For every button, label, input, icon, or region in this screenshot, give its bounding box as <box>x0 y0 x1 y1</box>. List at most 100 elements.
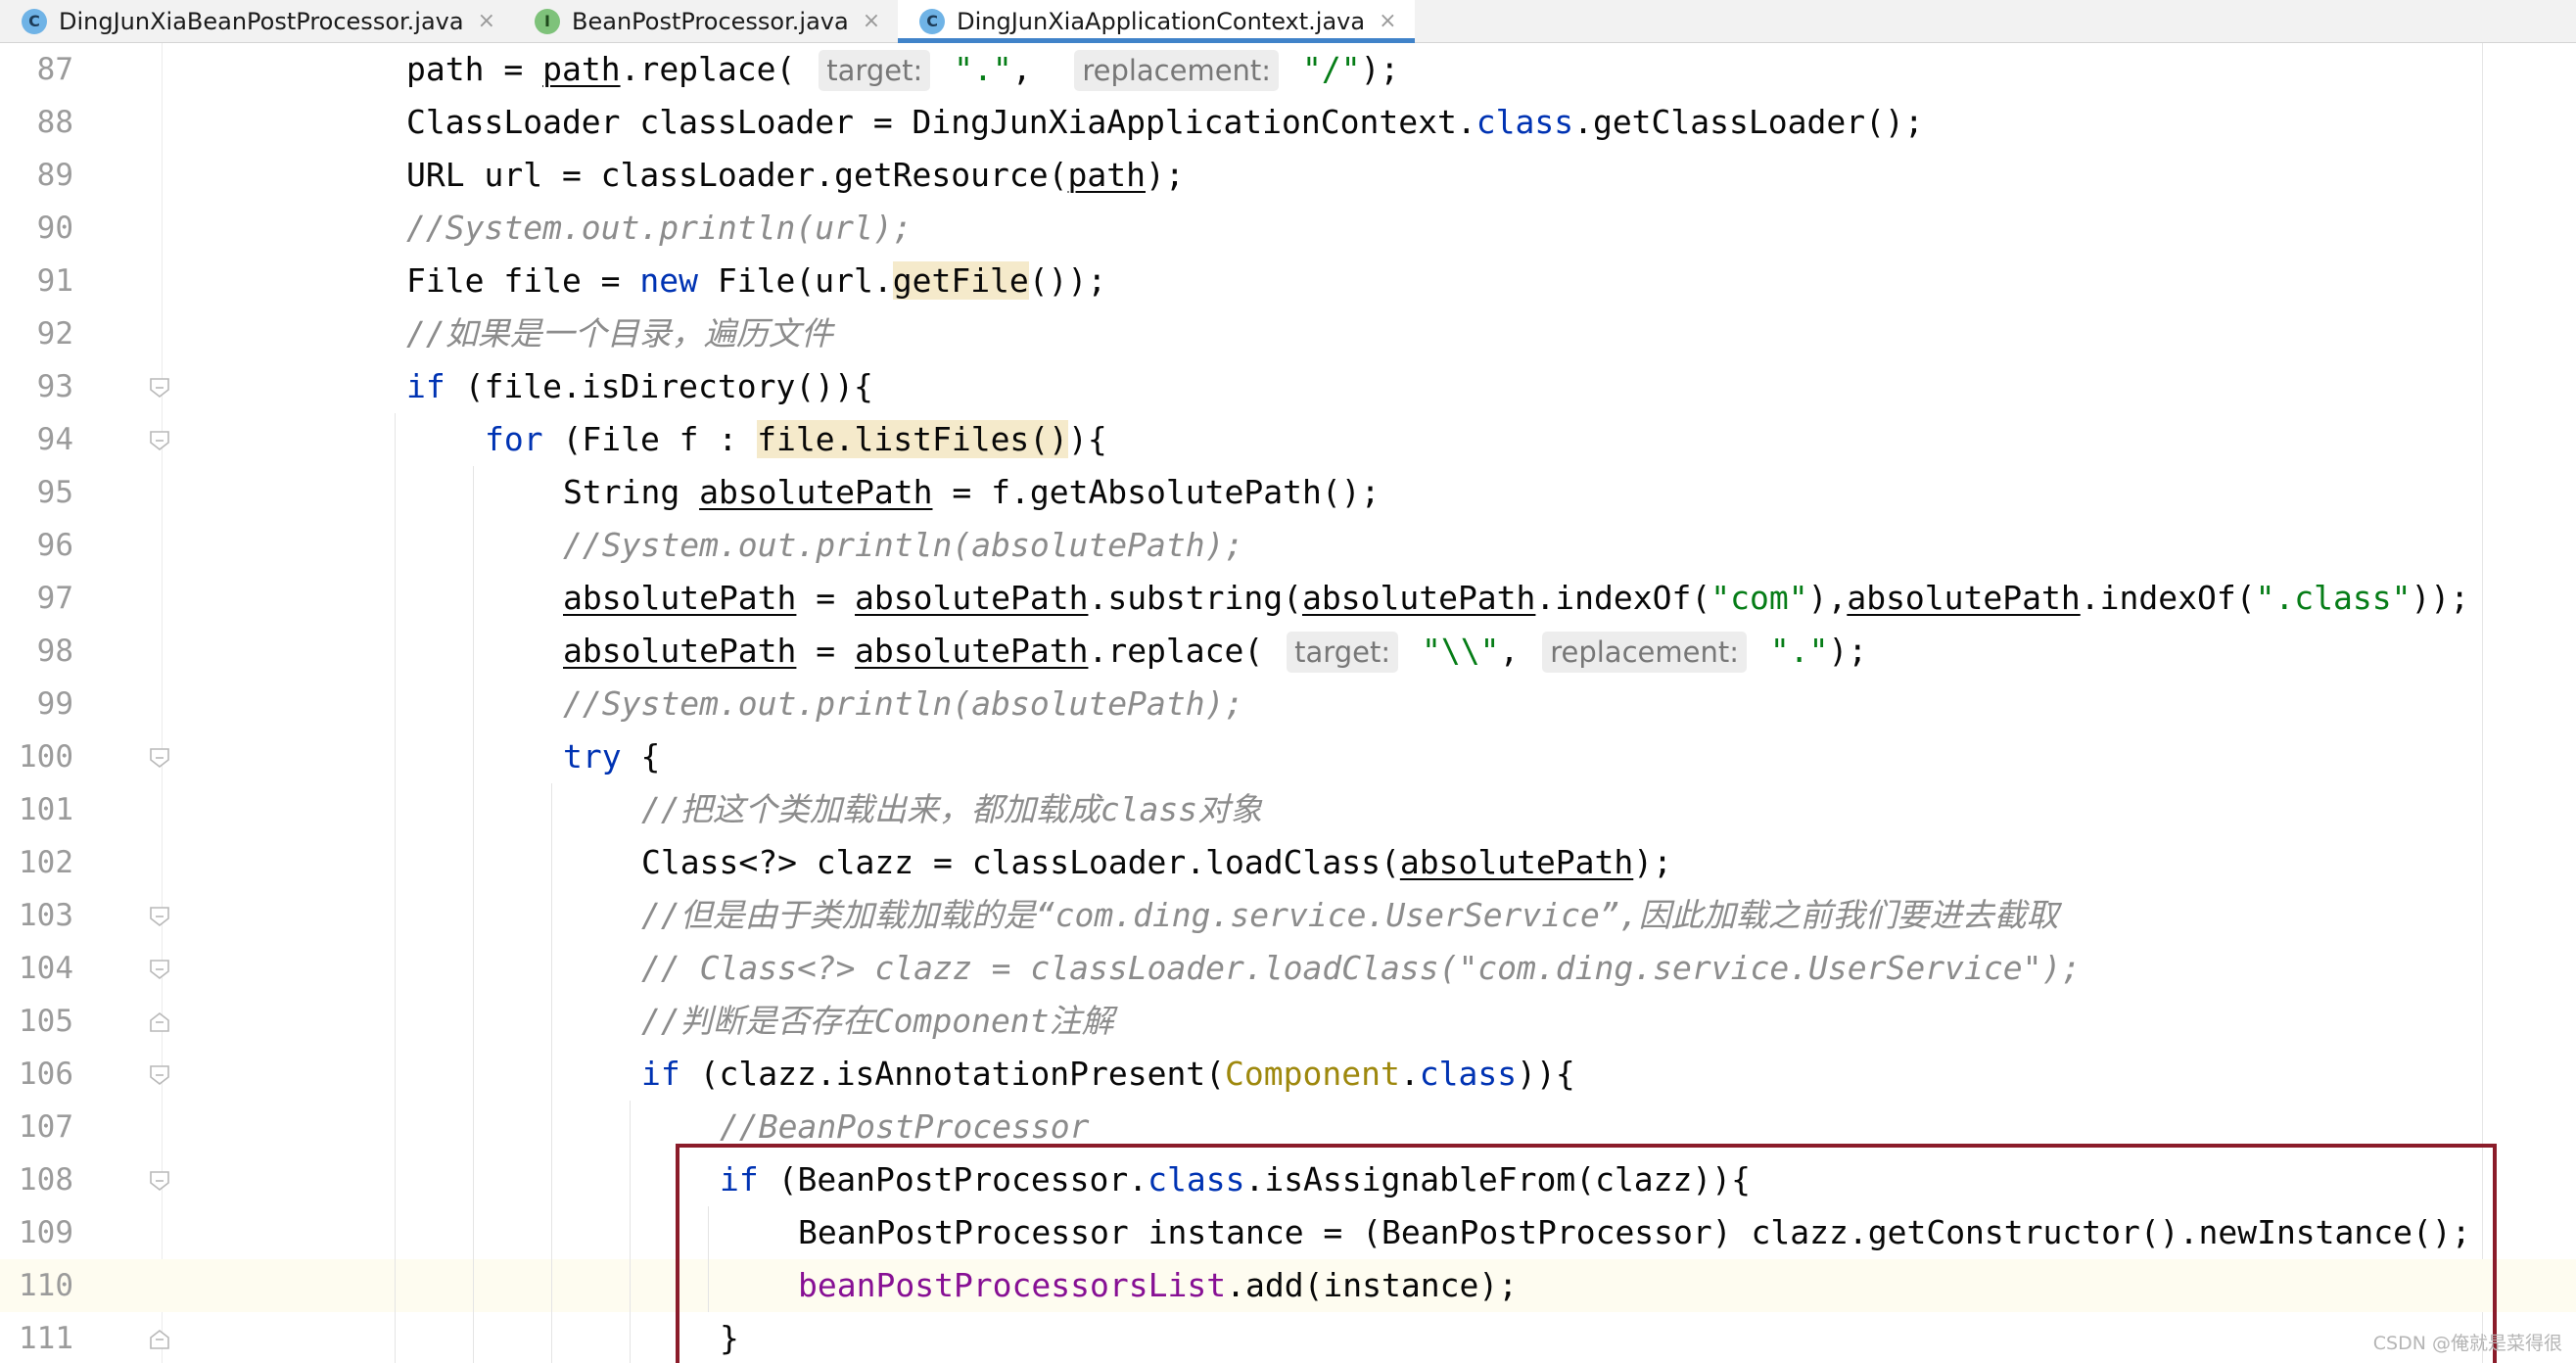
code-text[interactable]: path = path.replace( target: ".", replac… <box>406 43 1399 96</box>
code-editor[interactable]: 87 path = path.replace( target: ".", repl… <box>0 43 2576 1363</box>
code-line[interactable]: 95 String absolutePath = f.getAbsolutePat… <box>0 466 2576 519</box>
code-text[interactable]: URL url = classLoader.getResource(path); <box>406 149 1185 202</box>
code-token: class <box>1147 1160 1245 1198</box>
line-number: 101 <box>19 792 73 827</box>
fold-open-icon[interactable] <box>149 1170 170 1192</box>
code-line[interactable]: 100 try { <box>0 730 2576 783</box>
code-token: ), <box>1807 579 1848 617</box>
code-text[interactable]: } <box>720 1312 739 1363</box>
code-token: = <box>796 632 856 670</box>
line-number: 111 <box>19 1321 73 1356</box>
code-line[interactable]: 97 absolutePath = absolutePath.substring(… <box>0 572 2576 625</box>
code-token: .add(instance); <box>1226 1266 1519 1304</box>
code-token: absolutePath <box>563 579 797 617</box>
code-text[interactable]: //System.out.println(absolutePath); <box>563 519 1243 572</box>
code-text[interactable]: for (File f : file.listFiles()){ <box>485 413 1107 466</box>
line-number: 110 <box>19 1268 73 1303</box>
indent-guide <box>551 783 552 1363</box>
code-text[interactable]: if (BeanPostProcessor.class.isAssignable… <box>720 1153 1751 1206</box>
fold-open-icon[interactable] <box>149 377 170 399</box>
code-token: file.listFiles() <box>757 420 1069 458</box>
code-line[interactable]: 102 Class<?> clazz = classLoader.loadClas… <box>0 836 2576 889</box>
code-text[interactable]: if (clazz.isAnnotationPresent(Component.… <box>641 1048 1575 1101</box>
fold-open-icon[interactable] <box>149 430 170 451</box>
code-line[interactable]: 92 //如果是一个目录，遍历文件 <box>0 307 2576 360</box>
line-number: 91 <box>36 263 73 299</box>
code-token: .indexOf( <box>1535 579 1711 617</box>
code-token: (File f : <box>542 420 758 458</box>
code-text[interactable]: String absolutePath = f.getAbsolutePath(… <box>563 466 1380 519</box>
line-number: 109 <box>19 1215 73 1250</box>
code-line[interactable]: 89 URL url = classLoader.getResource(path… <box>0 149 2576 202</box>
code-token: File(url. <box>698 261 893 300</box>
fold-open-icon[interactable] <box>149 906 170 927</box>
tab-label: BeanPostProcessor.java <box>572 7 849 35</box>
line-number: 96 <box>36 528 73 563</box>
code-text[interactable]: File file = new File(url.getFile()); <box>406 255 1106 307</box>
code-line[interactable]: 103 //但是由于类加载加载的是“com.ding.service.UserSe… <box>0 889 2576 942</box>
code-token: .getClassLoader(); <box>1573 103 1924 141</box>
tab-dingjunxia-bean-post-processor[interactable]: C DingJunXiaBeanPostProcessor.java × <box>0 0 513 42</box>
code-line[interactable]: 109 BeanPostProcessor instance = (BeanPos… <box>0 1206 2576 1259</box>
close-icon[interactable]: × <box>1379 9 1396 33</box>
code-token: .isAssignableFrom(clazz)){ <box>1244 1160 1752 1198</box>
fold-open-icon[interactable] <box>149 959 170 980</box>
code-text[interactable]: beanPostProcessorsList.add(instance); <box>798 1259 1518 1312</box>
code-line[interactable]: 96 //System.out.println(absolutePath); <box>0 519 2576 572</box>
fold-open-icon[interactable] <box>149 1064 170 1086</box>
line-number: 100 <box>19 739 73 775</box>
code-line[interactable]: 105 //判断是否存在Component注解 <box>0 995 2576 1048</box>
line-number: 106 <box>19 1057 73 1092</box>
code-line[interactable]: 93 if (file.isDirectory()){ <box>0 360 2576 413</box>
code-text[interactable]: Class<?> clazz = classLoader.loadClass(a… <box>641 836 1672 889</box>
parameter-hint: replacement: <box>1074 50 1280 91</box>
code-text[interactable]: BeanPostProcessor instance = (BeanPostPr… <box>798 1206 2471 1259</box>
code-line[interactable]: 101 //把这个类加载出来，都加载成class对象 <box>0 783 2576 836</box>
code-token: (clazz.isAnnotationPresent( <box>679 1055 1226 1093</box>
code-text[interactable]: try { <box>563 730 660 783</box>
close-icon[interactable]: × <box>863 9 880 33</box>
code-token: ); <box>1146 156 1185 194</box>
code-line[interactable]: 99 //System.out.println(absolutePath); <box>0 678 2576 730</box>
code-text[interactable]: //如果是一个目录，遍历文件 <box>406 307 833 360</box>
code-text[interactable]: //System.out.println(absolutePath); <box>563 678 1243 730</box>
code-line[interactable]: 94 for (File f : file.listFiles()){ <box>0 413 2576 466</box>
parameter-hint: target: <box>819 50 931 91</box>
code-line[interactable]: 88 ClassLoader classLoader = DingJunXiaAp… <box>0 96 2576 149</box>
code-line[interactable]: 110 beanPostProcessorsList.add(instance); <box>0 1259 2576 1312</box>
code-token: class <box>1419 1055 1518 1093</box>
code-line[interactable]: 108 if (BeanPostProcessor.class.isAssigna… <box>0 1153 2576 1206</box>
code-text[interactable]: //把这个类加载出来，都加载成class对象 <box>641 783 1262 836</box>
code-token: ); <box>1828 632 1868 670</box>
code-line[interactable]: 91 File file = new File(url.getFile()); <box>0 255 2576 307</box>
fold-close-icon[interactable] <box>149 1011 170 1033</box>
code-token: beanPostProcessorsList <box>798 1266 1227 1304</box>
code-text[interactable]: //但是由于类加载加载的是“com.ding.service.UserServi… <box>641 889 2059 942</box>
code-line[interactable]: 107 //BeanPostProcessor <box>0 1101 2576 1153</box>
code-line[interactable]: 104 // Class<?> clazz = classLoader.loadC… <box>0 942 2576 995</box>
code-token: (BeanPostProcessor. <box>758 1160 1148 1198</box>
close-icon[interactable]: × <box>478 9 495 33</box>
code-token: "/" <box>1301 50 1361 88</box>
code-line[interactable]: 87 path = path.replace( target: ".", repl… <box>0 43 2576 96</box>
code-text[interactable]: absolutePath = absolutePath.replace( tar… <box>563 625 1867 678</box>
tab-dingjunxia-application-context[interactable]: C DingJunXiaApplicationContext.java × <box>898 0 1415 43</box>
indent-guide <box>708 1206 709 1312</box>
code-line[interactable]: 106 if (clazz.isAnnotationPresent(Compone… <box>0 1048 2576 1101</box>
code-line[interactable]: 111} <box>0 1312 2576 1363</box>
code-text[interactable]: // Class<?> clazz = classLoader.loadClas… <box>641 942 2081 995</box>
fold-close-icon[interactable] <box>149 1329 170 1350</box>
code-text[interactable]: ClassLoader classLoader = DingJunXiaAppl… <box>406 96 1924 149</box>
code-token: new <box>639 261 699 300</box>
fold-open-icon[interactable] <box>149 747 170 769</box>
code-text[interactable]: absolutePath = absolutePath.substring(ab… <box>563 572 2469 625</box>
code-line[interactable]: 98 absolutePath = absolutePath.replace( t… <box>0 625 2576 678</box>
code-text[interactable]: //BeanPostProcessor <box>720 1101 1090 1153</box>
code-text[interactable]: //System.out.println(url); <box>406 202 913 255</box>
code-text[interactable]: //判断是否存在Component注解 <box>641 995 1114 1048</box>
tab-bean-post-processor[interactable]: I BeanPostProcessor.java × <box>513 0 898 42</box>
code-text[interactable]: if (file.isDirectory()){ <box>406 360 873 413</box>
code-line[interactable]: 90 //System.out.println(url); <box>0 202 2576 255</box>
code-token: String <box>563 473 700 511</box>
